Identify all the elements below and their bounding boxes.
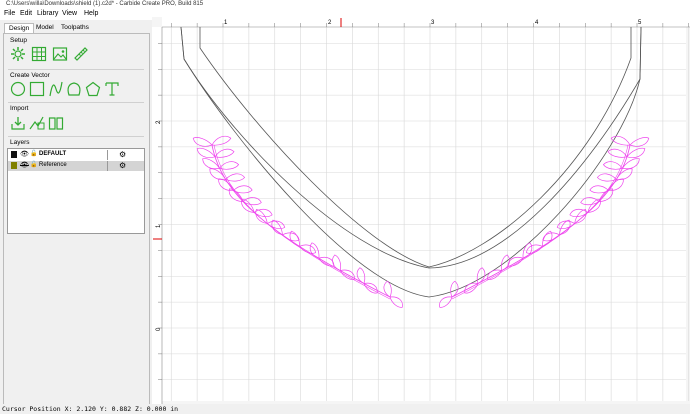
tab-model[interactable]: Model [32,23,58,32]
title-bar: C:\Users\willa\Downloads\shield (1).c2d*… [0,0,690,9]
layers-list: 👁 🔓 DEFAULT ⚙ 👁 🔓 Reference ⚙ [7,148,145,234]
image-icon[interactable] [52,46,68,62]
unlock-icon[interactable]: 🔓 [30,161,37,168]
import-label: Import [10,105,29,112]
grid-icon[interactable] [31,46,47,62]
design-panel: Design Model Toolpaths Setup Create Vect… [0,20,152,405]
design-panel-body: Setup Create Vector Import Layers 👁 🔓 DE… [3,33,150,405]
ruler-icon[interactable] [73,46,89,62]
tab-toolpaths[interactable]: Toolpaths [57,23,93,32]
eye-icon[interactable]: 👁 [20,150,29,158]
import-svg-icon[interactable] [29,115,45,131]
polygon-shape-icon[interactable] [66,81,82,97]
divider [107,161,108,171]
separator [8,69,144,70]
tab-design[interactable]: Design [4,23,35,33]
separator [8,102,144,103]
menu-view[interactable]: View [62,10,77,17]
import-icon[interactable] [10,115,26,131]
status-bar: Cursor Position X: 2.120 Y: 0.882 Z: 0.0… [0,404,690,414]
menu-edit[interactable]: Edit [20,10,32,17]
layer-color-swatch[interactable] [11,162,17,169]
layer-row-reference[interactable]: 👁 🔓 Reference ⚙ [8,161,144,171]
unlock-icon[interactable]: 🔓 [30,150,37,157]
window-title: C:\Users\willa\Downloads\shield (1).c2d*… [6,1,204,7]
create-vector-label: Create Vector [10,72,50,79]
rectangle-icon[interactable] [29,81,45,97]
eye-hidden-icon[interactable]: 👁 [20,161,29,169]
menu-library[interactable]: Library [37,10,58,17]
layer-row-default[interactable]: 👁 🔓 DEFAULT ⚙ [8,150,144,160]
design-canvas[interactable]: 1 2 3 4 5 2 1 0 [152,17,690,404]
divider [107,150,108,160]
layer-settings-gear-icon[interactable]: ⚙ [119,161,126,170]
canvas-area[interactable] [162,27,686,401]
layer-name: Reference [39,162,67,168]
gear-icon[interactable] [10,46,26,62]
menu-file[interactable]: File [4,10,15,17]
curve-icon[interactable] [48,81,64,97]
cursor-position-text: Cursor Position X: 2.120 Y: 0.882 Z: 0.0… [2,405,179,413]
pentagon-icon[interactable] [85,81,101,97]
layer-settings-gear-icon[interactable]: ⚙ [119,150,126,159]
circle-icon[interactable] [10,81,26,97]
text-icon[interactable] [104,81,120,97]
library-book-icon[interactable] [48,115,64,131]
setup-label: Setup [10,37,27,44]
layer-name: DEFAULT [39,151,67,157]
layer-color-swatch[interactable] [11,151,17,158]
layers-label: Layers [10,139,30,146]
top-ruler [162,17,690,27]
separator [8,136,144,137]
left-ruler [152,27,162,404]
menu-help[interactable]: Help [84,10,98,17]
